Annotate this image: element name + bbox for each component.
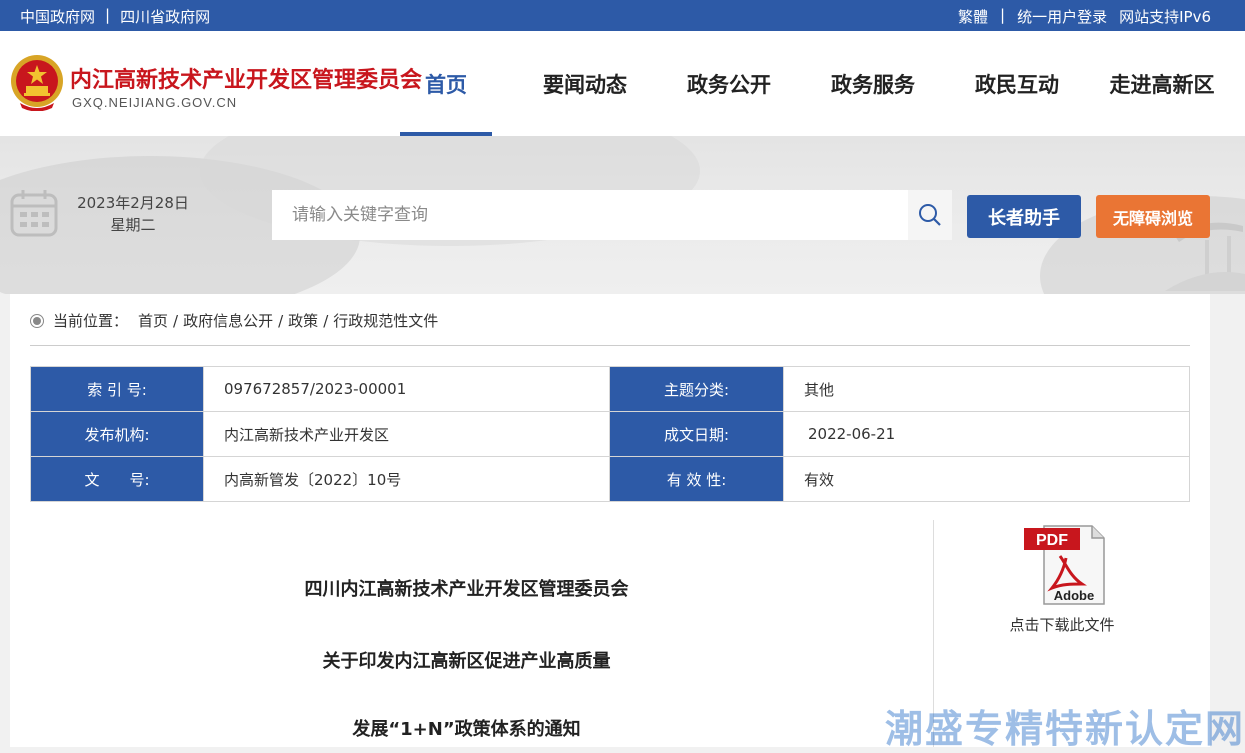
national-emblem-icon bbox=[11, 55, 63, 111]
nav-news[interactable]: 要闻动态 bbox=[510, 31, 660, 136]
current-date: 2023年2月28日 星期二 bbox=[76, 192, 190, 236]
meta-key-org: 发布机构: bbox=[30, 411, 204, 457]
breadcrumb-separator: / bbox=[278, 311, 284, 330]
main-nav: 首页 要闻动态 政务公开 政务服务 政民互动 走进高新区 bbox=[400, 31, 1234, 136]
breadcrumb: 当前位置： 首页 / 政府信息公开 / 政策 / 行政规范性文件 bbox=[30, 310, 438, 331]
weekday-text: 星期二 bbox=[110, 216, 156, 234]
meta-value-index: 097672857/2023-00001 bbox=[203, 366, 610, 412]
main-content: 当前位置： 首页 / 政府信息公开 / 政策 / 行政规范性文件 索 引 号: … bbox=[10, 294, 1210, 747]
table-row: 文 号: 内高新管发〔2022〕10号 有 效 性: 有效 bbox=[30, 456, 1190, 502]
adobe-text: Adobe bbox=[1054, 588, 1094, 603]
meta-key-topic: 主题分类: bbox=[609, 366, 784, 412]
search-icon bbox=[919, 204, 941, 226]
breadcrumb-gov-info[interactable]: 政府信息公开 bbox=[183, 310, 273, 331]
link-user-login[interactable]: 统一用户登录 bbox=[1017, 6, 1107, 27]
pdf-text: PDF bbox=[1036, 532, 1068, 549]
divider bbox=[30, 345, 1190, 346]
download-label[interactable]: 点击下载此文件 bbox=[1000, 614, 1124, 635]
breadcrumb-separator: / bbox=[173, 311, 179, 330]
location-icon bbox=[30, 313, 44, 328]
meta-key-date: 成文日期: bbox=[609, 411, 784, 457]
link-ipv6[interactable]: 网站支持IPv6 bbox=[1119, 6, 1211, 27]
meta-value-org: 内江高新技术产业开发区 bbox=[203, 411, 610, 457]
top-left-links: 中国政府网 | 四川省政府网 bbox=[20, 6, 210, 27]
document-title-line-2: 关于印发内江高新区促进产业高质量 bbox=[322, 651, 611, 672]
site-header: 内江高新技术产业开发区管理委员会 GXQ.NEIJIANG.GOV.CN 首页 … bbox=[0, 31, 1245, 136]
nav-gov-services[interactable]: 政务服务 bbox=[812, 31, 934, 136]
table-row: 索 引 号: 097672857/2023-00001 主题分类: 其他 bbox=[30, 366, 1190, 412]
date-text: 2023年2月28日 bbox=[77, 194, 189, 212]
meta-value-validity: 有效 bbox=[783, 456, 1190, 502]
elder-assistant-button[interactable]: 长者助手 bbox=[967, 195, 1081, 238]
meta-value-topic: 其他 bbox=[783, 366, 1190, 412]
pdf-download[interactable]: PDF Adobe 点击下载此文件 bbox=[1000, 524, 1124, 635]
pdf-file-icon: PDF Adobe bbox=[1024, 525, 1105, 605]
calendar-icon bbox=[10, 190, 58, 237]
site-domain: GXQ.NEIJIANG.GOV.CN bbox=[72, 95, 238, 110]
top-right-links: 繁體 | 统一用户登录 网站支持IPv6 bbox=[958, 6, 1211, 27]
document-title-line-1: 四川内江高新技术产业开发区管理委员会 bbox=[304, 579, 629, 600]
link-sichuan-gov[interactable]: 四川省政府网 bbox=[120, 6, 210, 27]
document-meta-table: 索 引 号: 097672857/2023-00001 主题分类: 其他 发布机… bbox=[30, 366, 1190, 502]
nav-gov-affairs[interactable]: 政务公开 bbox=[668, 31, 790, 136]
meta-value-docno: 内高新管发〔2022〕10号 bbox=[203, 456, 610, 502]
meta-value-date: 2022-06-21 bbox=[783, 411, 1190, 457]
link-gov-cn[interactable]: 中国政府网 bbox=[20, 6, 95, 27]
meta-key-index: 索 引 号: bbox=[30, 366, 204, 412]
separator: | bbox=[105, 6, 111, 24]
meta-key-validity: 有 效 性: bbox=[609, 456, 784, 502]
nav-home[interactable]: 首页 bbox=[400, 31, 492, 136]
site-name[interactable]: 内江高新技术产业开发区管理委员会 bbox=[70, 62, 422, 94]
link-traditional-chinese[interactable]: 繁體 bbox=[958, 6, 988, 27]
breadcrumb-separator: / bbox=[323, 311, 329, 330]
accessibility-button[interactable]: 无障碍浏览 bbox=[1096, 195, 1210, 238]
breadcrumb-home[interactable]: 首页 bbox=[138, 310, 168, 331]
top-bar: 中国政府网 | 四川省政府网 繁體 | 统一用户登录 网站支持IPv6 bbox=[0, 0, 1245, 31]
nav-interaction[interactable]: 政民互动 bbox=[956, 31, 1078, 136]
search-box bbox=[272, 190, 952, 240]
search-button[interactable] bbox=[908, 190, 952, 240]
search-input[interactable] bbox=[272, 190, 908, 240]
nav-about[interactable]: 走进高新区 bbox=[1090, 31, 1234, 136]
breadcrumb-normative-docs[interactable]: 行政规范性文件 bbox=[333, 310, 438, 331]
meta-key-docno: 文 号: bbox=[30, 456, 204, 502]
document-title-line-3: 发展“1+N”政策体系的通知 bbox=[352, 719, 581, 740]
breadcrumb-policy[interactable]: 政策 bbox=[288, 310, 318, 331]
table-row: 发布机构: 内江高新技术产业开发区 成文日期: 2022-06-21 bbox=[30, 411, 1190, 457]
banner: 2023年2月28日 星期二 长者助手 无障碍浏览 bbox=[0, 136, 1245, 294]
separator: | bbox=[1000, 6, 1006, 24]
watermark: 潮盛专精特新认定网 bbox=[884, 707, 1245, 751]
breadcrumb-prefix: 当前位置： bbox=[53, 312, 129, 330]
